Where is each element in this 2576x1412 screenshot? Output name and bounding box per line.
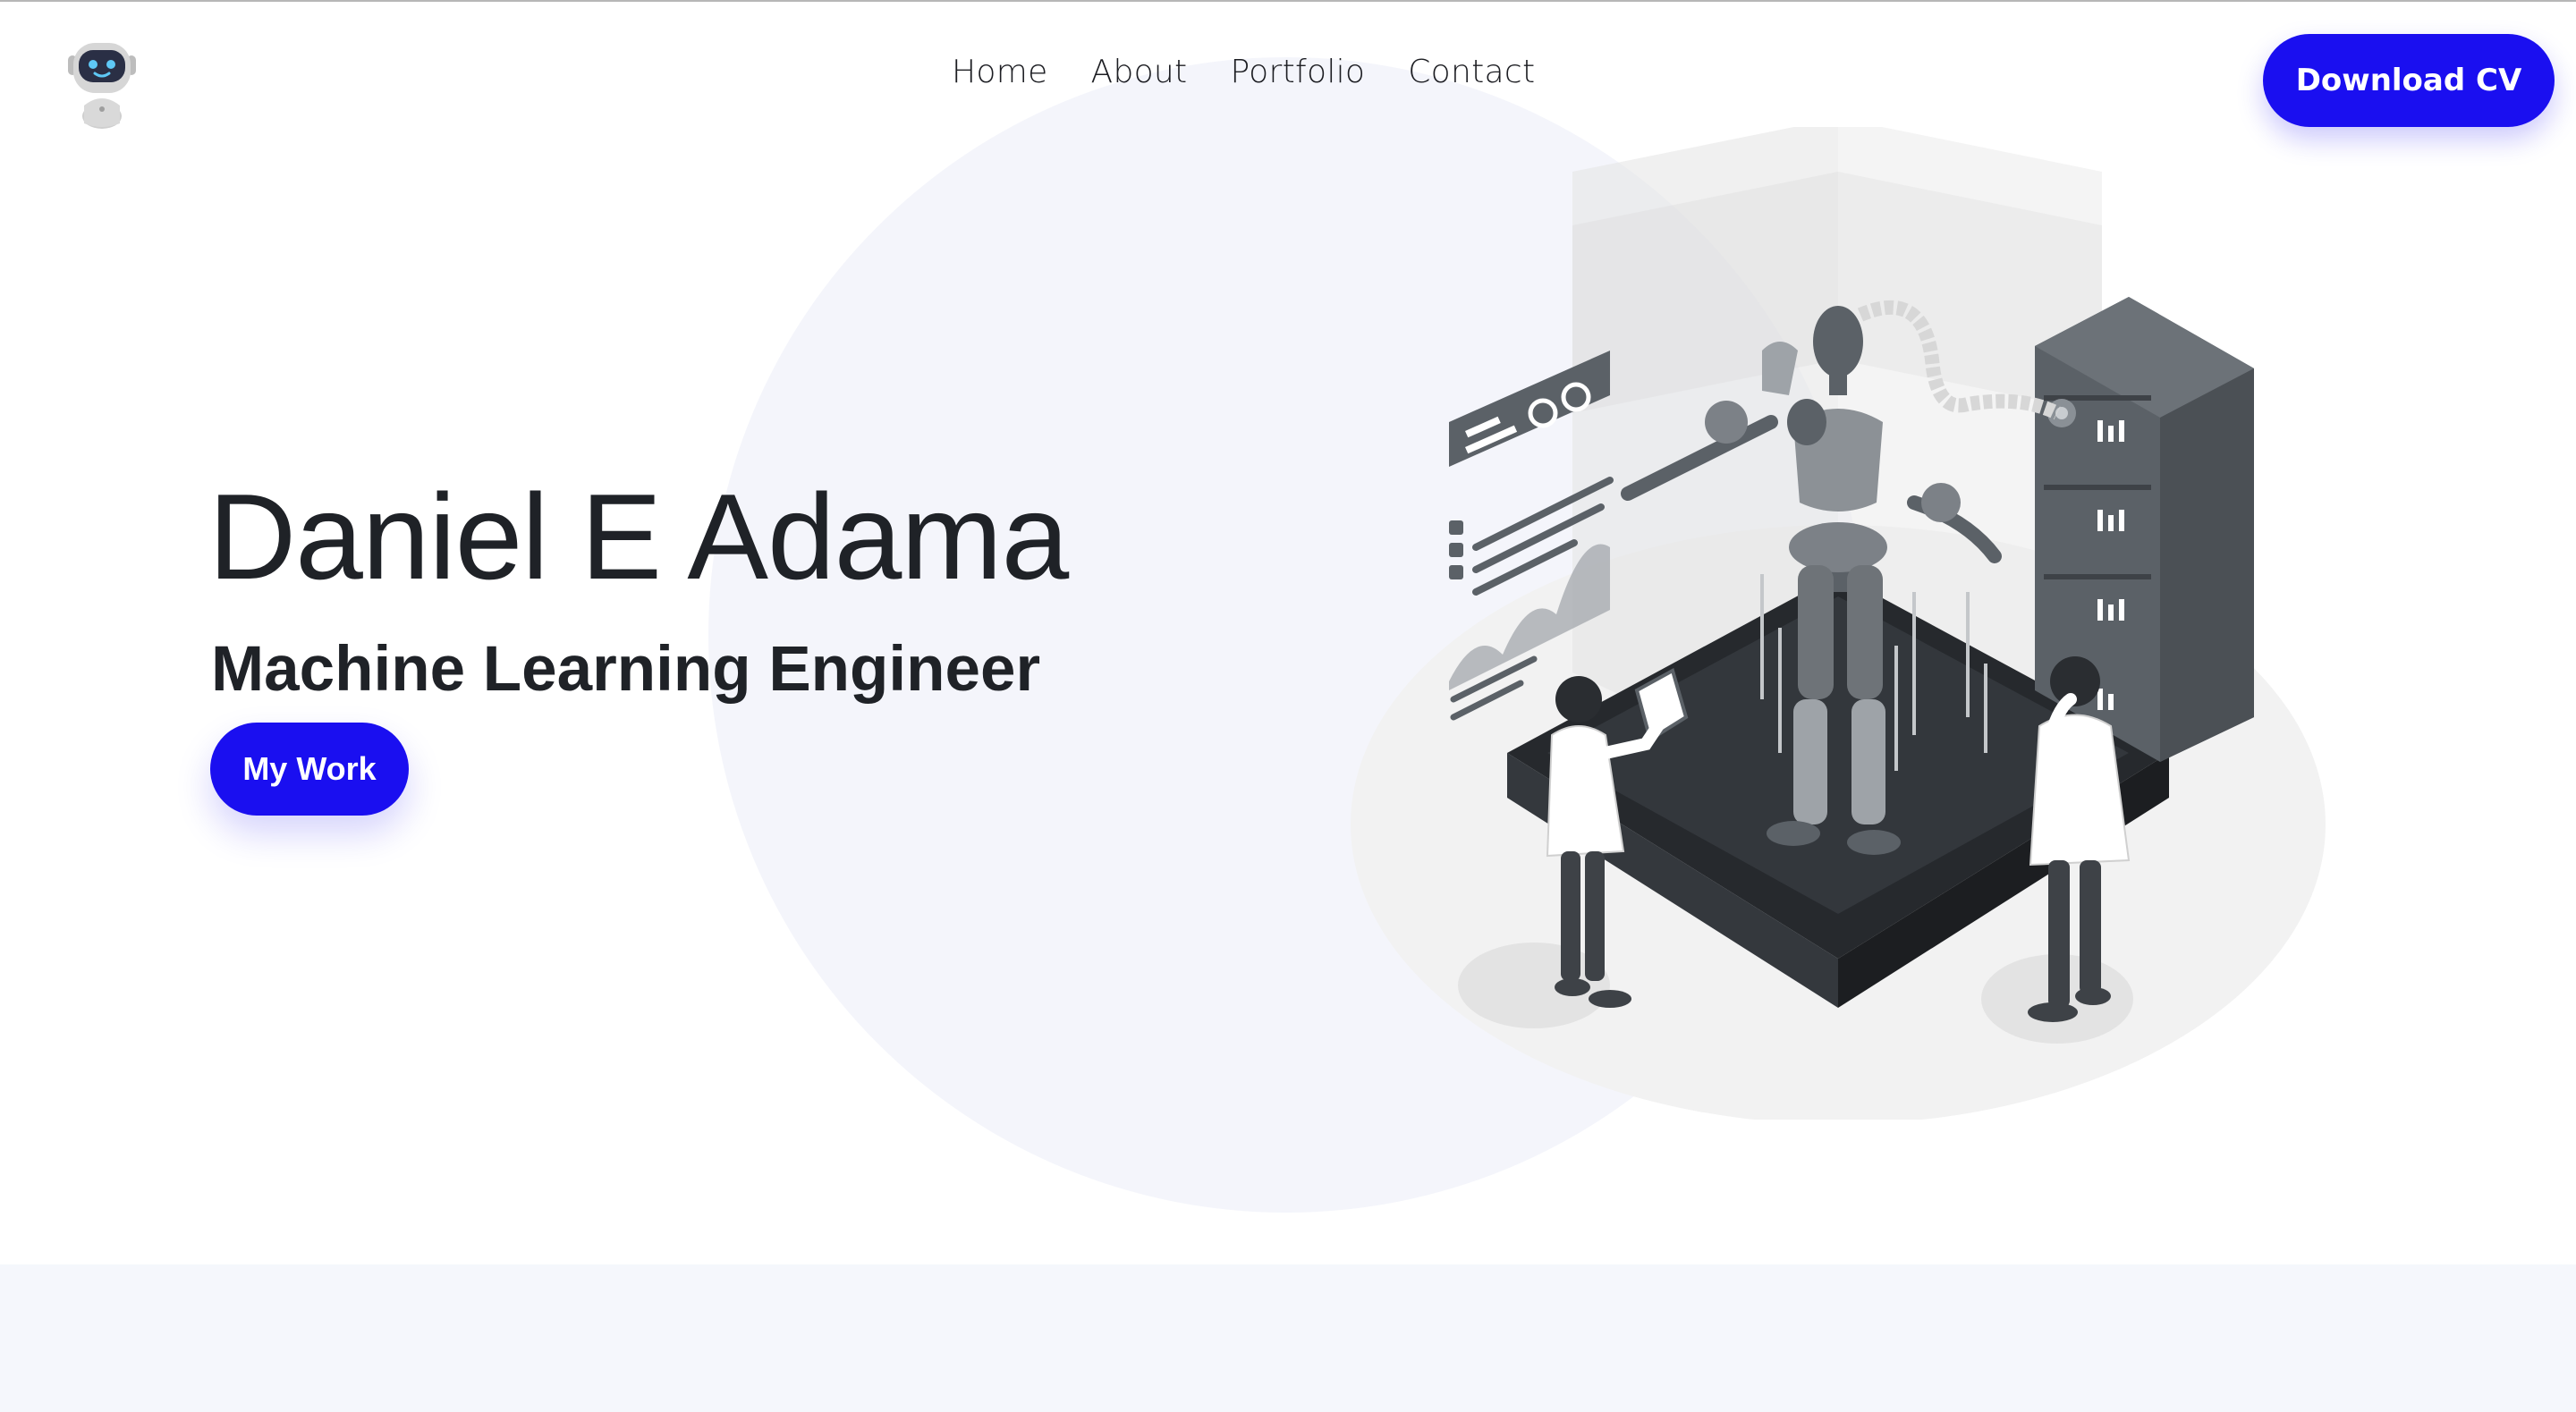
nav-contact-link[interactable]: Contact xyxy=(1386,54,1556,90)
download-cv-button[interactable]: Download CV xyxy=(2263,34,2555,127)
nav-portfolio-link[interactable]: Portfolio xyxy=(1208,54,1386,90)
page: Home About Portfolio Contact Download CV… xyxy=(0,0,2576,1412)
main-nav: Home About Portfolio Contact xyxy=(930,54,1556,90)
robot-lab-illustration xyxy=(1351,127,2326,1120)
nav-home-link[interactable]: Home xyxy=(930,54,1070,90)
site-header: Home About Portfolio Contact Download CV xyxy=(0,2,2576,163)
robot-logo-icon[interactable] xyxy=(55,38,148,131)
hero-role: Machine Learning Engineer xyxy=(211,634,1041,705)
next-section-band xyxy=(0,1264,2576,1412)
my-work-button[interactable]: My Work xyxy=(210,723,409,816)
hero-name: Daniel E Adama xyxy=(208,469,1069,605)
nav-about-link[interactable]: About xyxy=(1070,54,1209,90)
